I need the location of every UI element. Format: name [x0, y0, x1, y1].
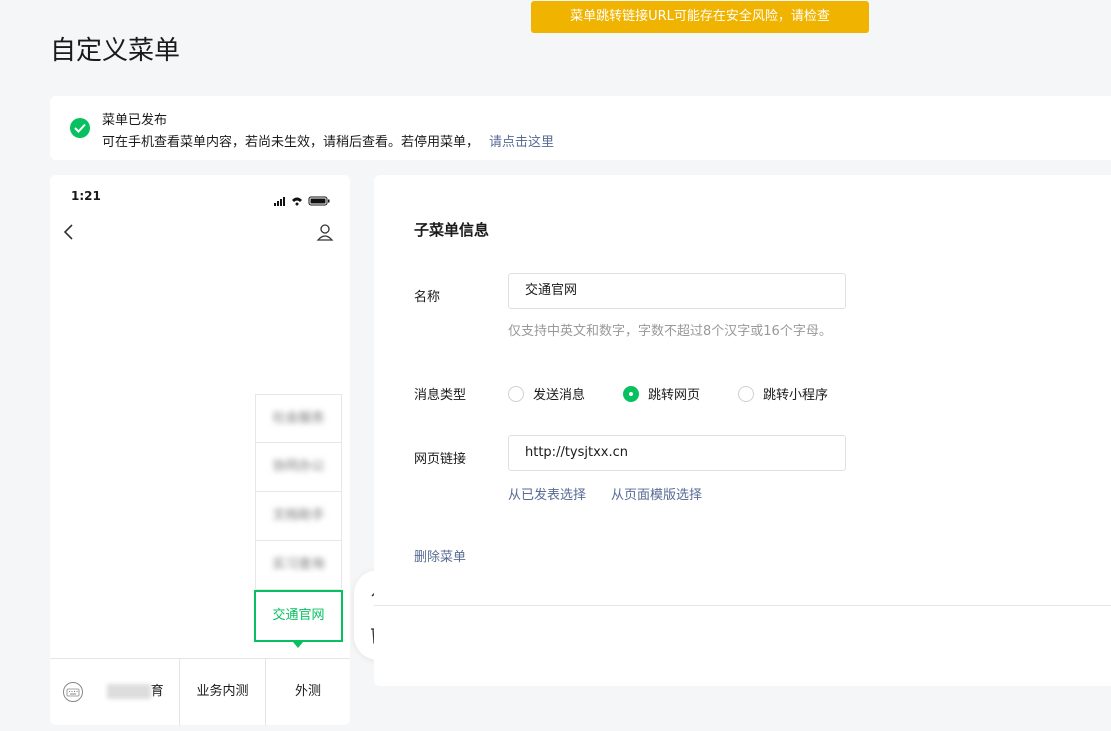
bottom-menu-bar: 育 业务内测 外测: [50, 658, 350, 726]
submenu-item[interactable]: 文档助手: [255, 492, 342, 541]
radio-dot-checked: [623, 385, 639, 402]
user-icon[interactable]: [316, 223, 334, 245]
url-input[interactable]: http://tysjtxx.cn: [508, 435, 846, 471]
phone-preview: 1:21 社会服务 协同办公 文档助手 实习查询 交通官网 育 业务内测 外测: [50, 175, 350, 726]
status-icons: [274, 191, 332, 210]
submenu-list: 社会服务 协同办公 文档助手 实习查询 交通官网: [254, 394, 343, 642]
status-time: 1:21: [71, 189, 101, 203]
form-title: 子菜单信息: [414, 221, 490, 239]
radio-send-message[interactable]: 发送消息: [508, 384, 585, 403]
radio-dot: [508, 385, 524, 402]
notice-title: 菜单已发布: [102, 113, 168, 128]
delete-menu-link[interactable]: 删除菜单: [414, 546, 466, 565]
submenu-item-active[interactable]: 交通官网: [254, 590, 343, 642]
name-hint: 仅支持中英文和数字，字数不超过8个汉字或16个字母。: [508, 324, 832, 339]
submenu-form: 子菜单信息 名称 交通官网 仅支持中英文和数字，字数不超过8个汉字或16个字母。…: [374, 175, 1111, 686]
select-published-link[interactable]: 从已发表选择: [508, 484, 586, 503]
submenu-item[interactable]: 实习查询: [255, 541, 342, 590]
bottom-menu-item[interactable]: 育: [92, 659, 179, 726]
bottom-menu-item[interactable]: 业务内测: [179, 659, 265, 726]
radio-jump-webpage[interactable]: 跳转网页: [623, 384, 700, 403]
disable-menu-link[interactable]: 请点击这里: [489, 135, 554, 150]
page-title: 自定义菜单: [50, 36, 181, 66]
warning-toast: 菜单跳转链接URL可能存在安全风险，请检查: [531, 1, 869, 33]
submenu-item[interactable]: 社会服务: [255, 394, 342, 443]
keyboard-icon[interactable]: [62, 681, 84, 707]
name-input[interactable]: 交通官网: [508, 273, 846, 309]
submenu-item[interactable]: 协同办公: [255, 443, 342, 492]
success-icon: [70, 118, 90, 138]
submenu-pointer: [293, 642, 303, 648]
bottom-menu-item-active[interactable]: 外测: [265, 659, 350, 726]
type-label: 消息类型: [414, 388, 467, 403]
divider: [374, 605, 1111, 606]
publish-notice: 菜单已发布 可在手机查看菜单内容，若尚未生效，请稍后查看。若停用菜单， 请点击这里: [50, 96, 1111, 160]
select-template-link[interactable]: 从页面模版选择: [611, 484, 702, 503]
radio-jump-miniprogram[interactable]: 跳转小程序: [738, 384, 828, 403]
name-label: 名称: [414, 290, 441, 305]
radio-dot: [738, 385, 754, 402]
url-label: 网页链接: [414, 452, 467, 467]
back-chevron-icon[interactable]: [62, 223, 76, 241]
notice-desc: 可在手机查看菜单内容，若尚未生效，请稍后查看。若停用菜单， 请点击这里: [102, 135, 555, 150]
